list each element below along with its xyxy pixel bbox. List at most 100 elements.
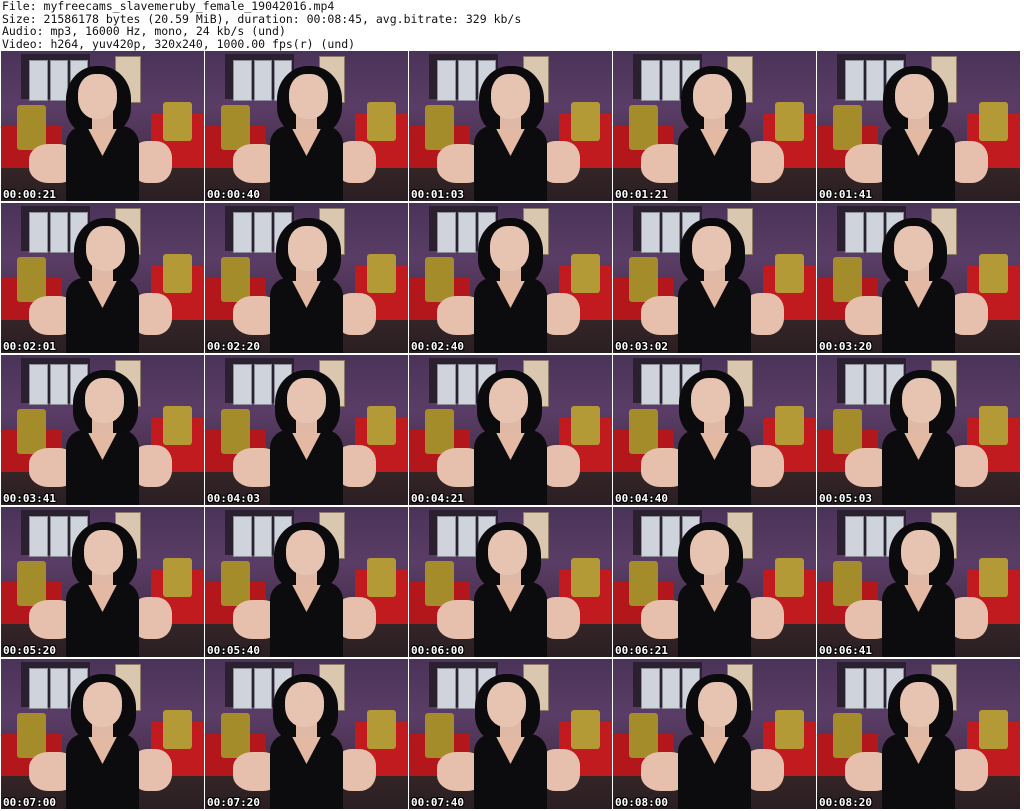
thumbnail-scene-box [457, 668, 476, 709]
thumbnail-timestamp: 00:05:40 [207, 644, 260, 657]
thumbnail-scene-pillow-r [775, 558, 804, 597]
thumbnail-scene-box [641, 364, 660, 405]
thumbnail-scene-pillow-r [367, 406, 396, 445]
thumbnail-timestamp: 00:06:21 [615, 644, 668, 657]
thumbnail-scene-face [488, 529, 527, 575]
thumbnail-scene-box [845, 516, 864, 557]
thumbnail-scene-box [457, 516, 476, 557]
thumbnail-scene-pillow-r [367, 558, 396, 597]
thumbnail-scene-box [865, 516, 884, 557]
thumbnail-scene-box [233, 364, 252, 405]
thumbnail-scene-box [233, 212, 252, 253]
video-info-line: Video: h264, yuv420p, 320x240, 1000.00 f… [2, 36, 356, 51]
video-thumbnail: 00:04:40 [613, 355, 816, 505]
video-thumbnail: 00:02:40 [409, 203, 612, 353]
thumbnail-scene-box [49, 364, 68, 405]
thumbnail-scene-pillow-r [775, 254, 804, 293]
video-thumbnail: 00:01:41 [817, 51, 1020, 201]
thumbnail-timestamp: 00:03:41 [3, 492, 56, 505]
thumbnail-scene-box [49, 668, 68, 709]
thumbnail-scene-pillow-l [629, 713, 658, 758]
thumbnail-scene-pillow-r [163, 102, 192, 141]
thumbnail-scene-pillow-r [979, 406, 1008, 445]
thumbnail-scene-box [253, 60, 272, 101]
video-thumbnail: 00:08:20 [817, 659, 1020, 809]
video-thumbnail: 00:03:41 [1, 355, 204, 505]
thumbnail-scene-box [29, 668, 48, 709]
thumbnail-scene-face [289, 73, 328, 119]
thumbnail-scene-box [49, 212, 68, 253]
thumbnail-scene-box [29, 516, 48, 557]
thumbnail-timestamp: 00:02:01 [3, 340, 56, 353]
video-thumbnail: 00:05:40 [205, 507, 408, 657]
thumbnail-timestamp: 00:02:20 [207, 340, 260, 353]
thumbnail-timestamp: 00:01:41 [819, 188, 872, 201]
thumbnail-scene-face [902, 377, 941, 423]
video-thumbnail: 00:07:40 [409, 659, 612, 809]
thumbnail-timestamp: 00:00:40 [207, 188, 260, 201]
thumbnail-scene-pillow-r [775, 406, 804, 445]
thumbnail-timestamp: 00:08:00 [615, 796, 668, 809]
thumbnail-scene-box [845, 668, 864, 709]
thumbnail-scene-face [690, 529, 729, 575]
thumbnail-scene-box [661, 364, 680, 405]
thumbnail-timestamp: 00:05:20 [3, 644, 56, 657]
thumbnail-scene-face [84, 529, 123, 575]
thumbnail-scene-pillow-r [571, 710, 600, 749]
thumbnail-timestamp: 00:01:21 [615, 188, 668, 201]
thumbnail-scene-face [78, 73, 117, 119]
video-thumbnail: 00:01:21 [613, 51, 816, 201]
thumbnail-scene-face [491, 73, 530, 119]
thumbnail-scene-pillow-l [221, 561, 250, 606]
video-thumbnail: 00:03:02 [613, 203, 816, 353]
thumbnail-scene-pillow-r [571, 102, 600, 141]
video-thumbnail: 00:06:21 [613, 507, 816, 657]
thumbnail-scene-pillow-l [629, 105, 658, 150]
video-thumbnail: 00:07:00 [1, 659, 204, 809]
thumbnail-scene-pillow-r [775, 102, 804, 141]
video-thumbnail: 00:06:00 [409, 507, 612, 657]
thumbnail-scene-box [661, 60, 680, 101]
thumbnail-scene-box [457, 364, 476, 405]
video-thumbnail: 00:04:21 [409, 355, 612, 505]
thumbnail-scene-pillow-l [833, 561, 862, 606]
thumbnail-scene-pillow-r [979, 558, 1008, 597]
thumbnail-scene-box [865, 668, 884, 709]
thumbnail-scene-box [253, 668, 272, 709]
thumbnail-scene-pillow-r [571, 406, 600, 445]
thumbnail-scene-face [900, 681, 939, 727]
video-thumbnail: 00:08:00 [613, 659, 816, 809]
thumbnail-scene-face [285, 681, 324, 727]
thumbnail-scene-box [253, 364, 272, 405]
thumbnail-scene-box [437, 364, 456, 405]
thumbnail-scene-box [437, 212, 456, 253]
thumbnail-scene-box [29, 212, 48, 253]
thumbnail-scene-box [641, 668, 660, 709]
thumbnail-scene-box [253, 516, 272, 557]
thumbnail-scene-pillow-l [629, 257, 658, 302]
thumbnail-scene-face [288, 225, 327, 271]
thumbnail-timestamp: 00:01:03 [411, 188, 464, 201]
thumbnail-scene-pillow-l [425, 713, 454, 758]
thumbnail-scene-face [692, 225, 731, 271]
thumbnail-scene-box [233, 668, 252, 709]
thumbnail-scene-face [286, 529, 325, 575]
thumbnail-scene-face [287, 377, 326, 423]
thumbnail-scene-pillow-r [571, 558, 600, 597]
thumbnail-scene-pillow-r [979, 710, 1008, 749]
video-thumbnail: 00:06:41 [817, 507, 1020, 657]
thumbnail-scene-pillow-r [163, 406, 192, 445]
thumbnail-scene-box [641, 212, 660, 253]
thumbnail-scene-pillow-l [221, 105, 250, 150]
thumbnail-scene-pillow-l [17, 257, 46, 302]
thumbnail-scene-face [490, 225, 529, 271]
thumbnail-timestamp: 00:08:20 [819, 796, 872, 809]
video-thumbnail: 00:01:03 [409, 51, 612, 201]
thumbnail-scene-face [698, 681, 737, 727]
thumbnail-scene-box [29, 60, 48, 101]
thumbnail-scene-box [437, 60, 456, 101]
thumbnail-scene-pillow-l [833, 409, 862, 454]
file-info-header: File: myfreecams_slavemeruby_female_1904… [2, 0, 521, 50]
thumbnail-scene-box [437, 516, 456, 557]
thumbnail-timestamp: 00:03:20 [819, 340, 872, 353]
